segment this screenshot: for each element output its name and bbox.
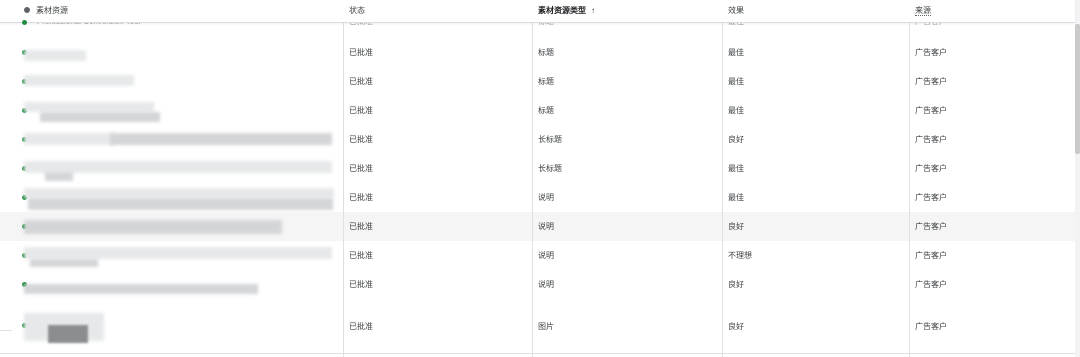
- header-status[interactable]: 状态: [349, 0, 365, 22]
- redacted-asset-preview: [45, 172, 73, 181]
- row-performance: 良好: [728, 135, 744, 144]
- row-source: 广告客户: [915, 193, 947, 202]
- row-source: 广告客户: [915, 280, 947, 289]
- row-asset-type: 说明: [538, 222, 554, 231]
- sort-ascending-icon[interactable]: ↑: [591, 6, 595, 15]
- table-header: 素材资源 状态 素材资源类型 ↑ 效果 来源: [0, 0, 1075, 23]
- redacted-asset-preview: [28, 198, 333, 210]
- row-asset-type: 标题: [538, 48, 554, 57]
- row-source: 广告客户: [915, 164, 947, 173]
- row-source: 广告客户: [915, 321, 947, 331]
- column-divider: [532, 0, 533, 357]
- column-divider: [909, 0, 910, 357]
- row-performance: 最佳: [728, 48, 744, 57]
- row-source: 广告客户: [915, 77, 947, 86]
- row-asset-type: 长标题: [538, 135, 562, 144]
- row-performance: 良好: [728, 321, 744, 331]
- row-performance: 最佳: [728, 77, 744, 86]
- row-source: 广告客户: [915, 222, 947, 231]
- redacted-asset-preview: [24, 50, 86, 61]
- row-asset-type: 标题: [538, 77, 554, 86]
- column-divider: [722, 0, 723, 357]
- row-status: 已批准: [349, 321, 373, 331]
- status-dot-icon: [24, 6, 30, 13]
- header-source[interactable]: 来源: [915, 0, 931, 22]
- row-performance: 最佳: [728, 164, 744, 173]
- header-status-label: 状态: [349, 6, 365, 15]
- header-asset-type[interactable]: 素材资源类型 ↑: [538, 0, 595, 22]
- table-row[interactable]: 已批准 说明 良好 广告客户: [0, 212, 1075, 242]
- row-source: 广告客户: [915, 106, 947, 115]
- table-row[interactable]: 已批准 长标题 最佳 广告客户: [0, 154, 1075, 184]
- row-status: 已批准: [349, 77, 373, 86]
- redacted-asset-preview: [30, 259, 98, 267]
- row-performance: 良好: [728, 222, 744, 231]
- redacted-asset-preview: [24, 75, 134, 86]
- row-performance: 最佳: [728, 193, 744, 202]
- redacted-asset-preview: [24, 102, 154, 112]
- row-asset-type: 长标题: [538, 164, 562, 173]
- row-performance: 不理想: [728, 251, 752, 260]
- row-status: 已批准: [349, 280, 373, 289]
- row-performance: 良好: [728, 280, 744, 289]
- row-source: 广告客户: [915, 48, 947, 57]
- table-row[interactable]: 已批准 图片 良好 广告客户: [0, 299, 1075, 354]
- table-row[interactable]: 已批准 标题 最佳 广告客户: [0, 96, 1075, 126]
- redacted-asset-preview: [40, 112, 160, 122]
- row-asset-type: 说明: [538, 193, 554, 202]
- row-source: 广告客户: [915, 251, 947, 260]
- row-asset-type: 图片: [538, 321, 554, 331]
- header-asset-type-label: 素材资源类型: [538, 6, 586, 15]
- vertical-scrollbar[interactable]: [1075, 0, 1080, 357]
- redacted-asset-preview: [24, 188, 334, 198]
- header-performance[interactable]: 效果: [728, 0, 744, 22]
- table-row[interactable]: 已批准 长标题 良好 广告客户: [0, 125, 1075, 155]
- redacted-asset-preview: [24, 284, 258, 294]
- table-row[interactable]: 已批准 说明 最佳 广告客户: [0, 183, 1075, 213]
- redacted-asset-preview: [24, 220, 282, 234]
- scrollbar-thumb[interactable]: [1075, 24, 1080, 154]
- row-performance: 最佳: [728, 106, 744, 115]
- row-status: 已批准: [349, 135, 373, 144]
- row-status: 已批准: [349, 164, 373, 173]
- redacted-asset-preview: [48, 325, 88, 343]
- status-dot-icon: [22, 20, 27, 25]
- table-row[interactable]: 已批准 标题 最佳 广告客户: [0, 67, 1075, 97]
- redacted-asset-preview: [24, 133, 114, 145]
- redacted-asset-preview: [110, 133, 332, 145]
- row-asset-type: 说明: [538, 251, 554, 260]
- table-row[interactable]: 已批准 标题 最佳 广告客户: [0, 38, 1075, 68]
- row-asset-type: 说明: [538, 280, 554, 289]
- row-status: 已批准: [349, 48, 373, 57]
- header-source-label: 来源: [915, 6, 931, 16]
- row-status: 已批准: [349, 251, 373, 260]
- table-row[interactable]: 已批准 说明 不理想 广告客户: [0, 241, 1075, 271]
- left-edge-line: [0, 330, 12, 331]
- row-source: 广告客户: [915, 135, 947, 144]
- row-status: 已批准: [349, 222, 373, 231]
- row-status: 已批准: [349, 106, 373, 115]
- header-asset-label: 素材资源: [36, 6, 68, 15]
- header-performance-label: 效果: [728, 6, 744, 15]
- table-row[interactable]: 已批准 说明 良好 广告客户: [0, 270, 1075, 300]
- header-asset[interactable]: 素材资源: [24, 0, 68, 22]
- row-status: 已批准: [349, 193, 373, 202]
- row-asset-type: 标题: [538, 106, 554, 115]
- redacted-asset-preview: [24, 247, 332, 259]
- column-divider: [343, 0, 344, 357]
